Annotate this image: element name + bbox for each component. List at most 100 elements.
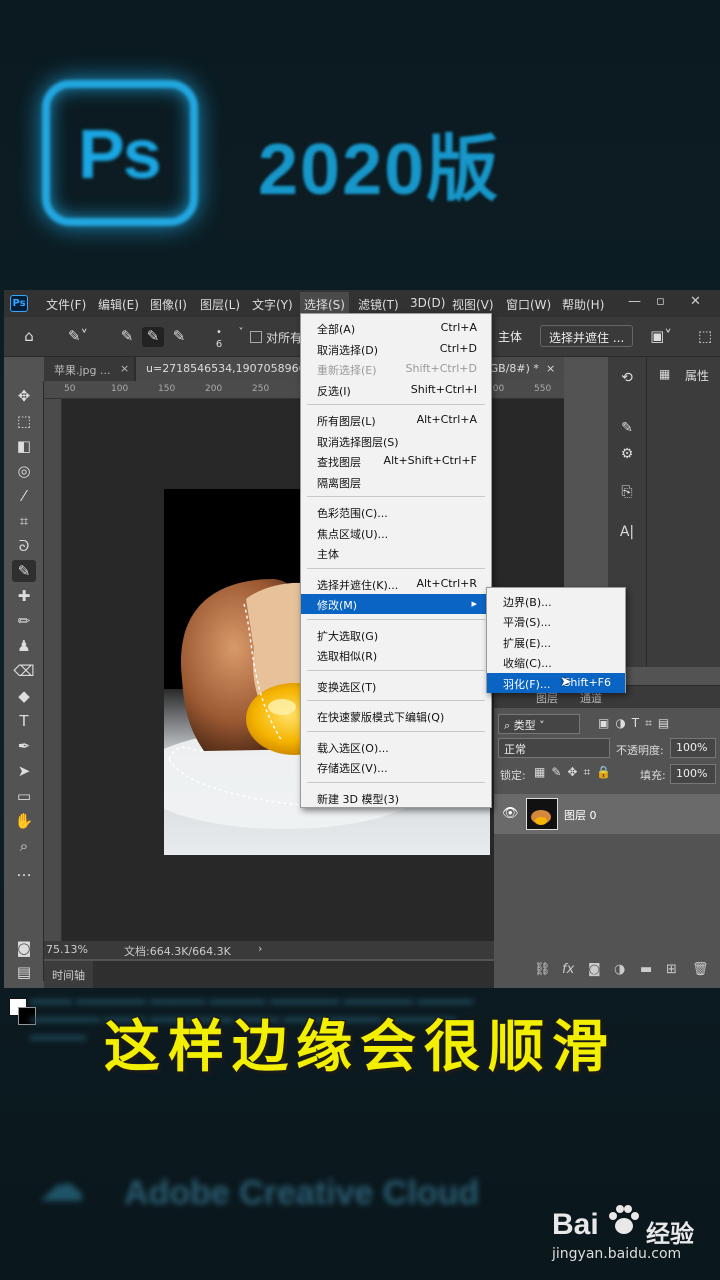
pen-tool-icon[interactable]: ✒ xyxy=(12,735,36,757)
menu-item-7[interactable]: 3D(D) xyxy=(410,296,445,310)
menu-item-2[interactable]: 图像(I) xyxy=(150,296,187,313)
select-menu-item[interactable]: 主体 xyxy=(301,543,491,563)
modify-menu-item[interactable]: 羽化(F)... Shift+F6 xyxy=(487,672,625,693)
new-layer-icon[interactable]: ⊞ xyxy=(666,962,677,977)
menu-item-1[interactable]: 编辑(E) xyxy=(98,296,139,313)
eyedropper-tool-icon[interactable]: ⁄ xyxy=(12,485,36,507)
type-tool-icon[interactable]: T xyxy=(12,710,36,732)
lasso-alt-tool-icon[interactable]: ᘐ xyxy=(12,535,36,557)
select-menu-item[interactable]: 色彩范围(C)... xyxy=(301,502,491,522)
select-menu-item[interactable]: 选择并遮住(K)... Alt+Ctrl+R xyxy=(301,574,491,594)
paint-bucket-icon[interactable]: ◆ xyxy=(12,685,36,707)
crop-tool-icon[interactable]: ⌗ xyxy=(12,510,36,532)
menu-item-3[interactable]: 图层(L) xyxy=(200,296,240,313)
status-arrow-icon[interactable]: › xyxy=(258,942,262,955)
adjust-icon[interactable]: ⚙ xyxy=(616,443,638,465)
home-icon[interactable]: ⌂ xyxy=(18,327,40,347)
share-icon[interactable]: ⬚ xyxy=(694,327,716,347)
modify-menu-item[interactable]: 扩展(E)... xyxy=(487,632,625,652)
blend-mode-select[interactable]: 正常 xyxy=(498,738,610,758)
select-menu-item[interactable]: 所有图层(L) Alt+Ctrl+A xyxy=(301,410,491,430)
modify-menu-item[interactable]: 收缩(C)... xyxy=(487,652,625,672)
filter-icons[interactable]: ▣◑T⌗▤ xyxy=(598,716,675,731)
eraser-tool-icon[interactable]: ⌫ xyxy=(12,660,36,682)
select-menu-item[interactable]: 变换选区(T) xyxy=(301,676,491,696)
delete-layer-icon[interactable]: 🗑 xyxy=(692,962,709,977)
quick-selection-tool-icon[interactable]: ✎ xyxy=(12,560,36,582)
properties-icon[interactable]: ▦ xyxy=(659,367,670,381)
select-menu-item[interactable]: 取消选择(D) Ctrl+D xyxy=(301,339,491,359)
select-menu-item[interactable]: 选取相似(R) xyxy=(301,645,491,665)
minimize-icon[interactable]: — xyxy=(628,294,641,309)
link-layers-icon[interactable]: ⛓ xyxy=(534,962,551,977)
select-menu-item[interactable]: 全部(A) Ctrl+A xyxy=(301,318,491,338)
zoom-tool-icon[interactable]: ⌕ xyxy=(12,835,36,857)
character-icon[interactable]: A| xyxy=(616,521,638,543)
layer-filter-select[interactable]: ⌕ 类型 ˅ xyxy=(498,714,580,734)
zoom-level[interactable]: 75.13% xyxy=(46,943,88,956)
move-tool-icon[interactable]: ✥ xyxy=(12,385,36,407)
properties-label[interactable]: 属性 xyxy=(685,367,709,384)
panel-icon[interactable]: ▣˅ xyxy=(650,327,672,347)
subtract-selection-icon[interactable]: ✎ xyxy=(168,327,190,347)
hand-tool-icon[interactable]: ✋ xyxy=(12,810,36,832)
select-menu-item[interactable]: 扩大选取(G) xyxy=(301,625,491,645)
size-dropdown-icon[interactable]: ˅ xyxy=(230,327,252,347)
close-icon[interactable]: ✕ xyxy=(690,294,701,309)
adjustment-layer-icon[interactable]: ◑ xyxy=(614,962,625,977)
select-menu-item[interactable]: 焦点区域(U)... xyxy=(301,523,491,543)
more-tools-icon[interactable]: … xyxy=(12,860,36,882)
select-menu-item[interactable]: 修改(M) ▸ xyxy=(301,594,491,614)
artboard-tool-icon[interactable]: ◧ xyxy=(12,435,36,457)
add-selection-icon[interactable]: ✎ xyxy=(142,327,164,347)
select-menu-item[interactable]: 查找图层 Alt+Shift+Ctrl+F xyxy=(301,451,491,471)
tab-close-icon[interactable]: × xyxy=(546,362,555,375)
select-menu-item[interactable]: 载入选区(O)... xyxy=(301,737,491,757)
healing-brush-icon[interactable]: ✚ xyxy=(12,585,36,607)
tab-apple[interactable]: 苹果.jpg ... × xyxy=(44,357,134,381)
menu-item-6[interactable]: 滤镜(T) xyxy=(358,296,399,313)
select-subject-button[interactable]: 主体 xyxy=(490,325,530,347)
rectangle-tool-icon[interactable]: ▭ xyxy=(12,785,36,807)
select-and-mask-button[interactable]: 选择并遮住 ... xyxy=(540,325,634,347)
new-group-icon[interactable]: ▬ xyxy=(640,962,652,977)
modify-menu-item[interactable]: 平滑(S)... xyxy=(487,611,625,631)
tab-close-icon[interactable]: × xyxy=(120,362,129,375)
menu-item-10[interactable]: 帮助(H) xyxy=(562,296,604,313)
stamp-tool-icon[interactable]: ♟ xyxy=(12,635,36,657)
path-select-icon[interactable]: ➤ xyxy=(12,760,36,782)
history-icon[interactable]: ⟲ xyxy=(616,367,638,389)
add-mask-icon[interactable]: ◙ xyxy=(588,962,601,977)
sample-all-checkbox[interactable] xyxy=(250,331,262,343)
opacity-input[interactable]: 100% xyxy=(670,738,716,758)
eye-icon[interactable]: 👁 xyxy=(502,806,519,821)
fill-input[interactable]: 100% xyxy=(670,764,716,784)
marquee-tool-icon[interactable]: ⬚ xyxy=(12,410,36,432)
new-selection-icon[interactable]: ✎ xyxy=(116,327,138,347)
quick-mask-icon[interactable]: ◙ xyxy=(12,937,36,959)
select-menu-item[interactable]: 反选(I) Shift+Ctrl+I xyxy=(301,380,491,400)
menu-item-4[interactable]: 文字(Y) xyxy=(252,296,293,313)
select-menu-item[interactable]: 在快速蒙版模式下编辑(Q) xyxy=(301,706,491,726)
clone-source-icon[interactable]: ⎘ xyxy=(616,481,638,503)
layer-row[interactable]: 👁 图层 0 xyxy=(494,794,720,834)
lock-icons[interactable]: ▦✎✥⌗🔒 xyxy=(534,765,617,780)
select-menu-item[interactable]: 取消选择图层(S) xyxy=(301,431,491,451)
select-menu-item[interactable]: 隔离图层 xyxy=(301,472,491,492)
fx-icon[interactable]: fx xyxy=(562,962,574,977)
menu-item-8[interactable]: 视图(V) xyxy=(452,296,494,313)
maximize-icon[interactable]: ▫ xyxy=(656,294,665,309)
quick-select-preset-icon[interactable]: ✎˅ xyxy=(60,327,96,347)
select-menu-item[interactable]: 重新选择(E) Shift+Ctrl+D xyxy=(301,359,491,379)
screen-mode-icon[interactable]: ▤ xyxy=(12,961,36,983)
timeline-tab[interactable]: 时间轴 xyxy=(44,961,93,988)
ps-app-icon[interactable]: Ps xyxy=(10,295,28,312)
menu-item-9[interactable]: 窗口(W) xyxy=(506,296,551,313)
select-menu-item[interactable]: 存储选区(V)... xyxy=(301,757,491,777)
lasso-tool-icon[interactable]: ◎ xyxy=(12,460,36,482)
brush-tool-icon[interactable]: ✏ xyxy=(12,610,36,632)
brush-size-icon[interactable]: • 6 xyxy=(208,327,230,350)
modify-menu-item[interactable]: 边界(B)... xyxy=(487,591,625,611)
brush-settings-icon[interactable]: ✎ xyxy=(616,417,638,439)
select-menu-item[interactable]: 新建 3D 模型(3) xyxy=(301,788,491,808)
